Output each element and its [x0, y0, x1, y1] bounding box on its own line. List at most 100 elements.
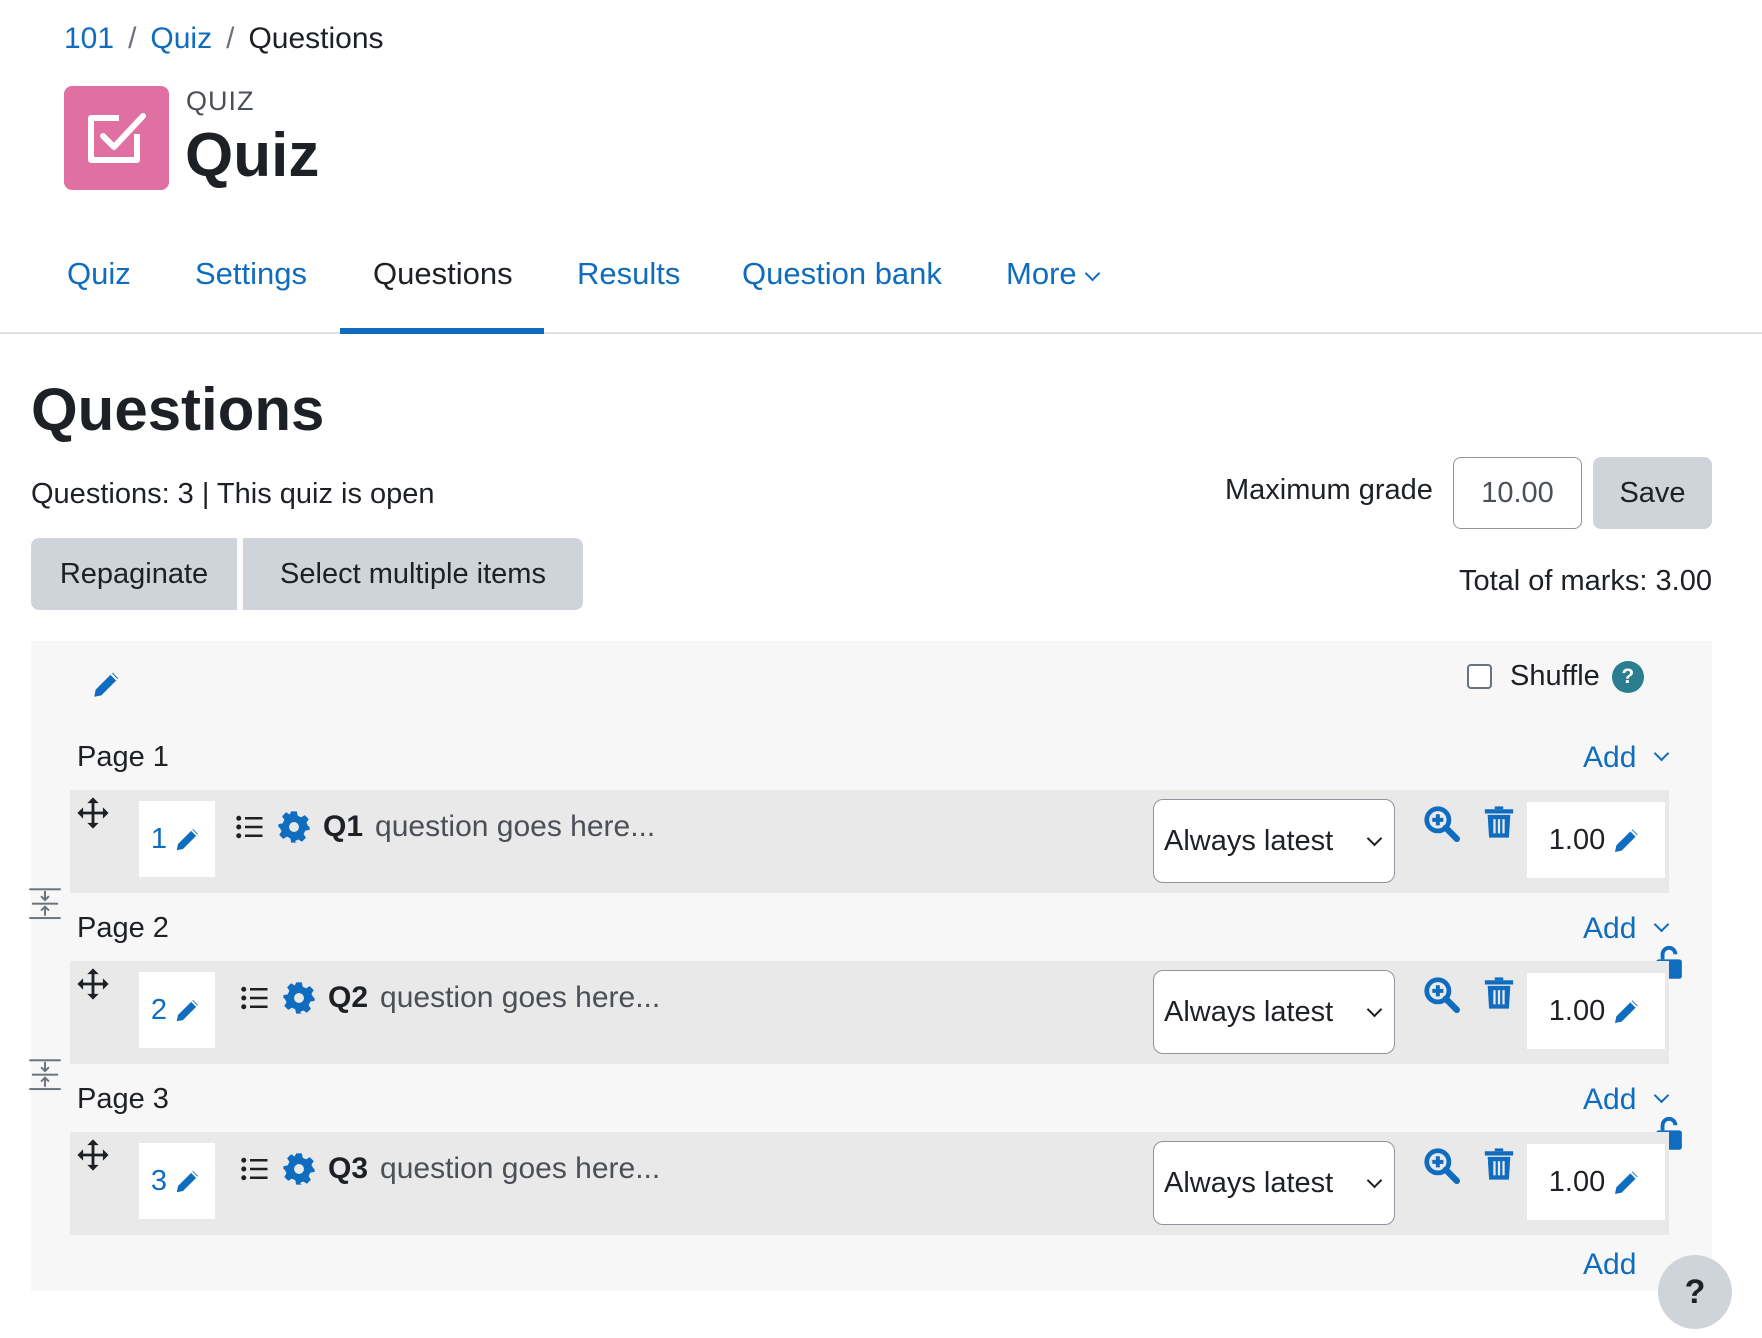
- edit-pencil-icon: [1615, 1000, 1638, 1023]
- version-select[interactable]: Always latest: [1153, 1141, 1395, 1225]
- maximum-grade-input[interactable]: 10.00: [1453, 457, 1582, 529]
- question-name: Q2: [328, 981, 369, 1014]
- page-title: Questions: [31, 376, 325, 443]
- edit-pencil-icon[interactable]: [90, 667, 124, 701]
- trash-icon[interactable]: [1482, 975, 1516, 1011]
- list-icon: [241, 986, 268, 1010]
- version-select-value: Always latest: [1164, 1166, 1334, 1199]
- chevron-down-icon: [1654, 916, 1670, 932]
- tab-results[interactable]: Results: [577, 256, 680, 292]
- edit-pencil-icon: [1615, 829, 1638, 852]
- slot-number-value: 1: [150, 822, 168, 855]
- question-name: Q1: [323, 810, 364, 843]
- max-mark[interactable]: 1.00: [1527, 802, 1665, 878]
- total-of-marks: Total of marks: 3.00: [1458, 565, 1712, 597]
- slot-number-value: 3: [150, 1164, 168, 1197]
- page-label: Page 3: [77, 1083, 169, 1115]
- select-multiple-items-button[interactable]: Select multiple items: [243, 538, 583, 610]
- trash-icon[interactable]: [1482, 804, 1516, 840]
- breadcrumb: 101 / Quiz / Questions: [64, 22, 384, 56]
- module-title: Quiz: [185, 121, 320, 190]
- chevron-down-icon: [1366, 1172, 1383, 1189]
- maximum-grade-label: Maximum grade: [1225, 474, 1433, 506]
- add-label: Add: [1583, 741, 1637, 774]
- question-slot: 2 Q2 question goes here... Always latest…: [70, 961, 1669, 1064]
- version-select-value: Always latest: [1164, 824, 1334, 857]
- trash-icon[interactable]: [1482, 1146, 1516, 1182]
- active-tab-indicator: [340, 328, 544, 334]
- question-summary: question goes here...: [380, 981, 661, 1014]
- question-text[interactable]: Q1 question goes here...: [235, 810, 655, 844]
- preview-zoom-icon[interactable]: [1422, 1146, 1460, 1184]
- edit-pencil-icon: [176, 1000, 199, 1022]
- add-menu-link[interactable]: Add: [1583, 1083, 1670, 1117]
- tab-more-label: More: [1006, 256, 1077, 291]
- shuffle-checkbox[interactable]: [1467, 664, 1492, 689]
- checkbox-icon: [87, 113, 146, 163]
- question-slot: 1 Q1 question goes here... Always latest…: [70, 790, 1669, 893]
- breadcrumb-quiz-link[interactable]: Quiz: [150, 22, 212, 56]
- version-select[interactable]: Always latest: [1153, 799, 1395, 883]
- max-mark[interactable]: 1.00: [1527, 973, 1665, 1049]
- question-slot: 3 Q3 question goes here... Always latest…: [70, 1132, 1669, 1235]
- list-icon: [241, 1157, 268, 1181]
- chevron-down-icon: [1654, 745, 1670, 761]
- help-icon[interactable]: ?: [1611, 660, 1644, 693]
- quiz-module-icon: [64, 86, 169, 190]
- repaginate-button[interactable]: Repaginate: [31, 538, 237, 610]
- max-mark[interactable]: 1.00: [1527, 1144, 1665, 1220]
- question-summary: question goes here...: [375, 810, 656, 843]
- max-mark-value: 1.00: [1548, 1165, 1606, 1198]
- module-type: QUIZ: [186, 86, 255, 116]
- tab-questions[interactable]: Questions: [373, 256, 513, 292]
- max-mark-value: 1.00: [1548, 823, 1606, 856]
- move-icon[interactable]: [76, 967, 110, 1001]
- version-select[interactable]: Always latest: [1153, 970, 1395, 1054]
- gear-icon: [278, 811, 310, 843]
- list-icon: [236, 815, 263, 839]
- slot-number[interactable]: 1: [139, 801, 215, 877]
- slot-number[interactable]: 2: [139, 972, 215, 1048]
- tab-settings[interactable]: Settings: [195, 256, 307, 292]
- slot-number[interactable]: 3: [139, 1143, 215, 1219]
- question-text[interactable]: Q3 question goes here...: [240, 1152, 660, 1186]
- edit-pencil-icon: [176, 829, 199, 851]
- page-label: Page 1: [77, 741, 169, 773]
- move-icon[interactable]: [76, 796, 110, 830]
- breadcrumb-separator: /: [226, 22, 235, 55]
- add-menu-link[interactable]: Add: [1583, 741, 1670, 775]
- add-label: Add: [1583, 912, 1637, 945]
- slot-number-value: 2: [150, 993, 168, 1026]
- max-mark-value: 1.00: [1548, 994, 1606, 1027]
- gear-icon: [283, 1153, 315, 1185]
- preview-zoom-icon[interactable]: [1422, 975, 1460, 1013]
- move-icon[interactable]: [76, 1138, 110, 1172]
- save-button[interactable]: Save: [1593, 457, 1712, 529]
- version-select-value: Always latest: [1164, 995, 1334, 1028]
- breadcrumb-current: Questions: [248, 22, 384, 55]
- chevron-down-icon: [1366, 830, 1383, 847]
- add-label: Add: [1583, 1083, 1637, 1116]
- tab-quiz[interactable]: Quiz: [67, 256, 131, 292]
- edit-pencil-icon: [1615, 1171, 1638, 1194]
- secondary-navigation: Quiz Settings Questions Results Question…: [0, 240, 1762, 334]
- tab-question-bank[interactable]: Question bank: [742, 256, 942, 292]
- shuffle-label: Shuffle: [1510, 660, 1600, 692]
- question-name: Q3: [328, 1152, 369, 1185]
- breadcrumb-separator: /: [128, 22, 137, 55]
- breadcrumb-course-link[interactable]: 101: [64, 22, 114, 56]
- gear-icon: [283, 982, 315, 1014]
- shuffle-control: Shuffle ?: [1467, 660, 1644, 693]
- page-break-icon[interactable]: [29, 1058, 61, 1092]
- page-break-icon[interactable]: [29, 887, 61, 921]
- add-menu-link[interactable]: Add: [1583, 912, 1670, 946]
- question-text[interactable]: Q2 question goes here...: [240, 981, 660, 1015]
- quiz-status: Questions: 3 | This quiz is open: [31, 478, 435, 510]
- tab-more[interactable]: More: [1006, 256, 1100, 292]
- chevron-down-icon: [1654, 1087, 1670, 1103]
- preview-zoom-icon[interactable]: [1422, 804, 1460, 842]
- add-label: Add: [1583, 1248, 1637, 1281]
- floating-help-button[interactable]: ?: [1658, 1255, 1732, 1329]
- add-menu-link[interactable]: Add: [1583, 1248, 1636, 1282]
- page-label: Page 2: [77, 912, 169, 944]
